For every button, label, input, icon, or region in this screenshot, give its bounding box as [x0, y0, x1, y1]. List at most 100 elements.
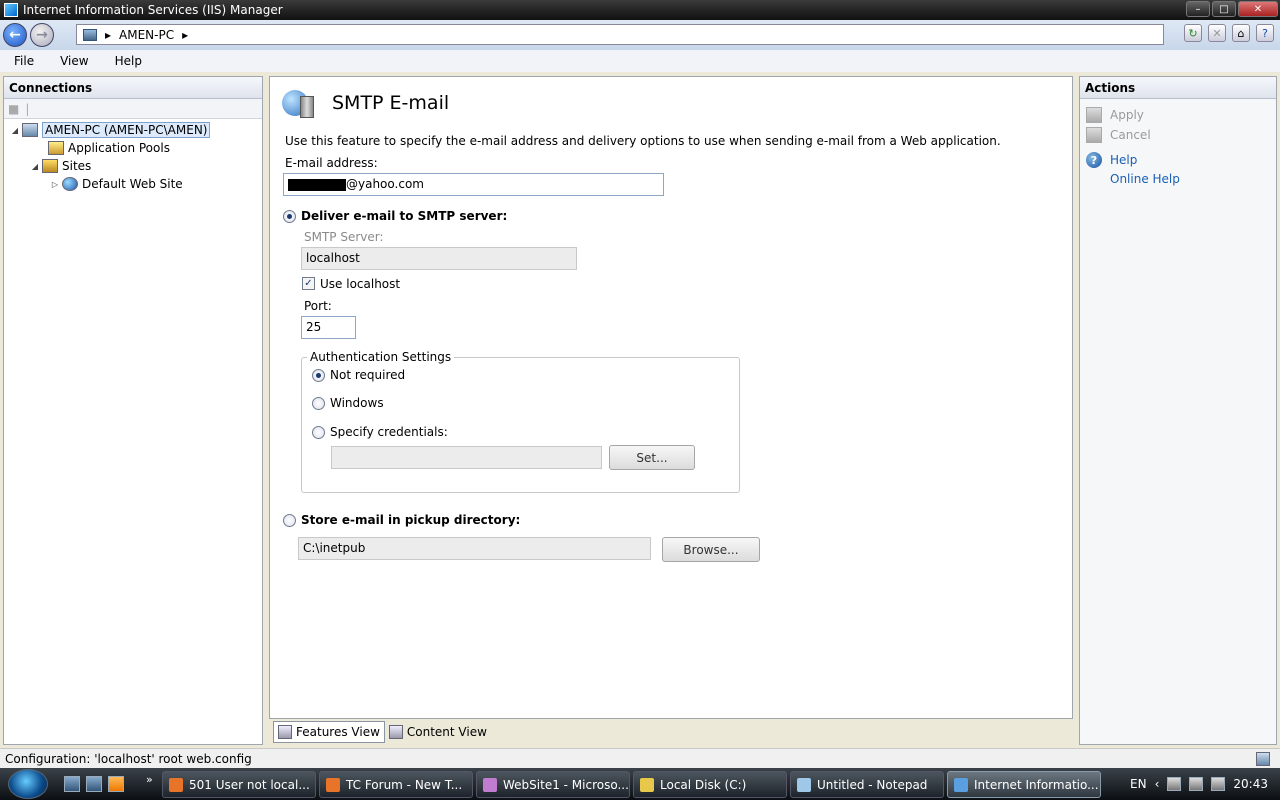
deliver-smtp-label: Deliver e-mail to SMTP server:	[301, 209, 508, 223]
maximize-icon[interactable]: □	[1212, 1, 1236, 17]
taskbar-item[interactable]: Untitled - Notepad	[790, 771, 944, 798]
tab-features-view[interactable]: Features View	[273, 721, 385, 743]
action-label: Online Help	[1110, 172, 1180, 186]
menu-help[interactable]: Help	[101, 54, 154, 68]
use-localhost-checkbox[interactable]: ✓	[302, 277, 315, 290]
clock[interactable]: 20:43	[1233, 777, 1268, 791]
taskbar-item[interactable]: 501 User not local...	[162, 771, 316, 798]
tray-chevron-icon[interactable]: ‹	[1155, 777, 1160, 791]
globe-icon	[62, 177, 78, 191]
auth-windows-radio[interactable]	[312, 397, 325, 410]
store-pickup-radio[interactable]	[283, 514, 296, 527]
smtp-email-icon	[282, 88, 316, 118]
menu-file[interactable]: File	[0, 54, 46, 68]
browse-button[interactable]: Browse...	[662, 537, 760, 562]
help-dropdown-icon[interactable]: ?	[1256, 24, 1274, 42]
pickup-directory-field[interactable]: C:\inetpub	[298, 537, 651, 560]
page-title: SMTP E-mail	[332, 92, 450, 114]
refresh-icon[interactable]: ↻	[1184, 24, 1202, 42]
auth-not-required-radio[interactable]	[312, 369, 325, 382]
help-icon: ?	[1086, 152, 1102, 168]
vlc-icon[interactable]	[108, 776, 124, 792]
visual-studio-icon	[483, 777, 497, 792]
connections-panel: Connections ■ | ◢ AMEN-PC (AMEN-PC\AMEN)…	[3, 76, 263, 745]
connections-tree: ◢ AMEN-PC (AMEN-PC\AMEN) Application Poo…	[4, 119, 262, 195]
port-field[interactable]: 25	[301, 316, 356, 339]
port-label: Port:	[304, 299, 332, 313]
address-toolbar: ↻ ✕ ⌂ ?	[1184, 24, 1274, 42]
tab-label: Features View	[296, 725, 380, 739]
connect-icon[interactable]: ■	[8, 102, 19, 116]
breadcrumb-segment[interactable]: AMEN-PC	[119, 28, 174, 42]
tree-label[interactable]: Default Web Site	[82, 177, 183, 191]
start-button[interactable]	[8, 769, 48, 799]
stop-icon[interactable]: ✕	[1208, 24, 1226, 42]
menu-bar: File View Help	[0, 50, 1280, 72]
tree-label[interactable]: Application Pools	[68, 141, 170, 155]
notepad-icon	[797, 777, 811, 792]
switch-windows-icon[interactable]	[86, 776, 102, 792]
tree-label[interactable]: Sites	[62, 159, 91, 173]
show-desktop-icon[interactable]	[64, 776, 80, 792]
feature-panel: SMTP E-mail Use this feature to specify …	[269, 76, 1073, 719]
auth-specify-radio[interactable]	[312, 426, 325, 439]
tab-label: Content View	[406, 725, 487, 739]
network-status-icon	[1256, 752, 1270, 766]
volume-icon[interactable]	[1211, 777, 1226, 791]
help-action[interactable]: ? Help	[1086, 152, 1137, 168]
collapse-icon[interactable]: ◢	[10, 126, 20, 135]
back-button[interactable]: ←	[3, 23, 27, 47]
chevron-right-icon[interactable]: ▸	[105, 28, 111, 42]
auth-windows-label: Windows	[330, 396, 384, 410]
taskbar-item[interactable]: Local Disk (C:)	[633, 771, 787, 798]
tree-label[interactable]: AMEN-PC (AMEN-PC\AMEN)	[42, 122, 211, 138]
menu-view[interactable]: View	[46, 54, 100, 68]
back-arrow-icon: ←	[9, 27, 21, 43]
actions-header: Actions	[1080, 77, 1276, 99]
chevron-right-icon[interactable]: ▸	[182, 28, 188, 42]
tree-node-app-pools[interactable]: Application Pools	[4, 139, 262, 157]
redaction-block	[288, 178, 346, 191]
set-button[interactable]: Set...	[609, 445, 695, 470]
tree-node-sites[interactable]: ◢ Sites	[4, 157, 262, 175]
taskbar-item[interactable]: TC Forum - New T...	[319, 771, 473, 798]
iis-app-icon	[4, 3, 18, 17]
auth-legend: Authentication Settings	[307, 350, 455, 364]
deliver-smtp-radio[interactable]	[283, 210, 296, 223]
features-view-icon	[278, 725, 292, 739]
cancel-action[interactable]: Cancel	[1086, 127, 1151, 143]
taskbar: » 501 User not local... TC Forum - New T…	[0, 768, 1280, 800]
feature-description: Use this feature to specify the e-mail a…	[285, 134, 1001, 148]
tab-content-view[interactable]: Content View	[385, 721, 491, 743]
connections-header: Connections	[4, 77, 262, 99]
tree-node-server[interactable]: ◢ AMEN-PC (AMEN-PC\AMEN)	[4, 121, 262, 139]
forward-arrow-icon: →	[36, 27, 48, 43]
language-indicator[interactable]: EN	[1130, 777, 1147, 791]
apply-action[interactable]: Apply	[1086, 107, 1144, 123]
home-icon[interactable]: ⌂	[1232, 24, 1250, 42]
window-controls: – □ ✕	[1186, 1, 1278, 17]
use-localhost-label: Use localhost	[320, 277, 401, 291]
connections-toolbar: ■ |	[4, 99, 262, 119]
address-field[interactable]: ▸ AMEN-PC ▸	[76, 24, 1164, 45]
collapse-icon[interactable]: ◢	[30, 162, 40, 171]
tray-app-icon[interactable]	[1167, 777, 1182, 791]
online-help-action[interactable]: Online Help	[1110, 172, 1180, 186]
email-field[interactable]: @yahoo.com	[283, 173, 664, 196]
close-icon[interactable]: ✕	[1238, 1, 1278, 17]
address-bar: ← → ▸ AMEN-PC ▸ ↻ ✕ ⌂ ?	[0, 20, 1280, 50]
app-pool-icon	[48, 141, 64, 155]
auth-specify-label: Specify credentials:	[330, 425, 448, 439]
minimize-icon[interactable]: –	[1186, 1, 1210, 17]
smtp-server-field[interactable]: localhost	[301, 247, 577, 270]
expand-icon[interactable]: ▷	[50, 180, 60, 189]
chevron-more-icon[interactable]: »	[146, 773, 153, 786]
taskbar-item[interactable]: Internet Informatio...	[947, 771, 1101, 798]
action-label: Help	[1110, 153, 1138, 167]
firefox-icon	[326, 777, 340, 792]
tree-node-default-web-site[interactable]: ▷ Default Web Site	[4, 175, 262, 193]
network-icon[interactable]	[1189, 777, 1204, 791]
taskbar-item[interactable]: WebSite1 - Microso...	[476, 771, 630, 798]
credentials-field[interactable]	[331, 446, 602, 469]
forward-button[interactable]: →	[30, 23, 54, 47]
